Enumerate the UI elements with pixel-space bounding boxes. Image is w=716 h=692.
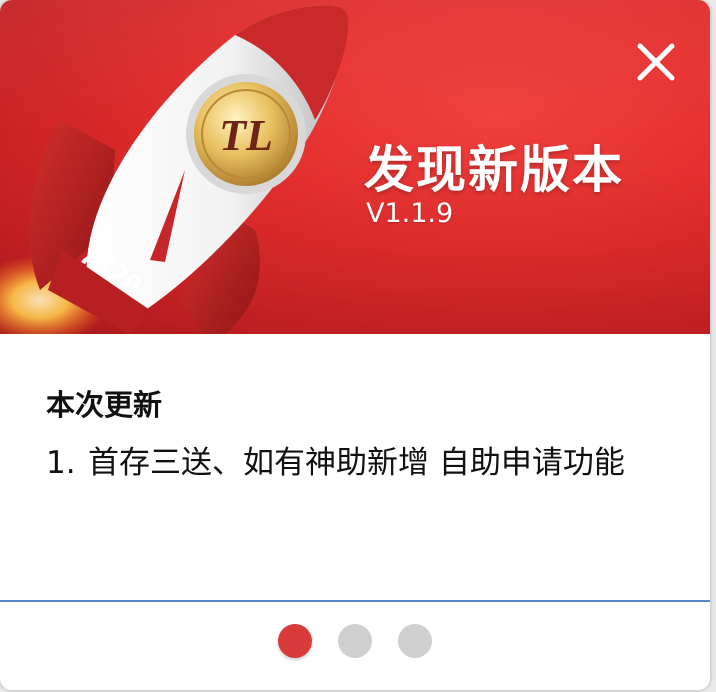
update-banner: 7520 TL 发现新版本 V1.1.9 (0, 0, 710, 334)
release-note-item: 1. 首存三送、如有神助新增 自助申请功能 (46, 442, 666, 484)
page-dot-1[interactable] (278, 624, 312, 658)
release-notes-list: 1. 首存三送、如有神助新增 自助申请功能 (46, 442, 666, 484)
close-icon (637, 43, 675, 81)
release-note-index: 1. (46, 445, 76, 481)
close-button[interactable] (628, 36, 684, 92)
release-notes: 本次更新 1. 首存三送、如有神助新增 自助申请功能 (0, 334, 710, 600)
svg-text:TL: TL (219, 111, 273, 160)
release-note-text: 首存三送、如有神助新增 自助申请功能 (88, 445, 625, 481)
page-dot-2[interactable] (338, 624, 372, 658)
update-title: 发现新版本 (364, 141, 624, 199)
rocket-illustration: 7520 TL (0, 5, 349, 334)
page-indicator (0, 602, 710, 690)
update-dialog: 7520 TL 发现新版本 V1.1.9 本次更新 1. 首存三送、如有神助新增… (0, 0, 710, 690)
release-notes-heading: 本次更新 (46, 388, 163, 422)
page-dot-3[interactable] (398, 624, 432, 658)
version-label: V1.1.9 (366, 198, 454, 229)
